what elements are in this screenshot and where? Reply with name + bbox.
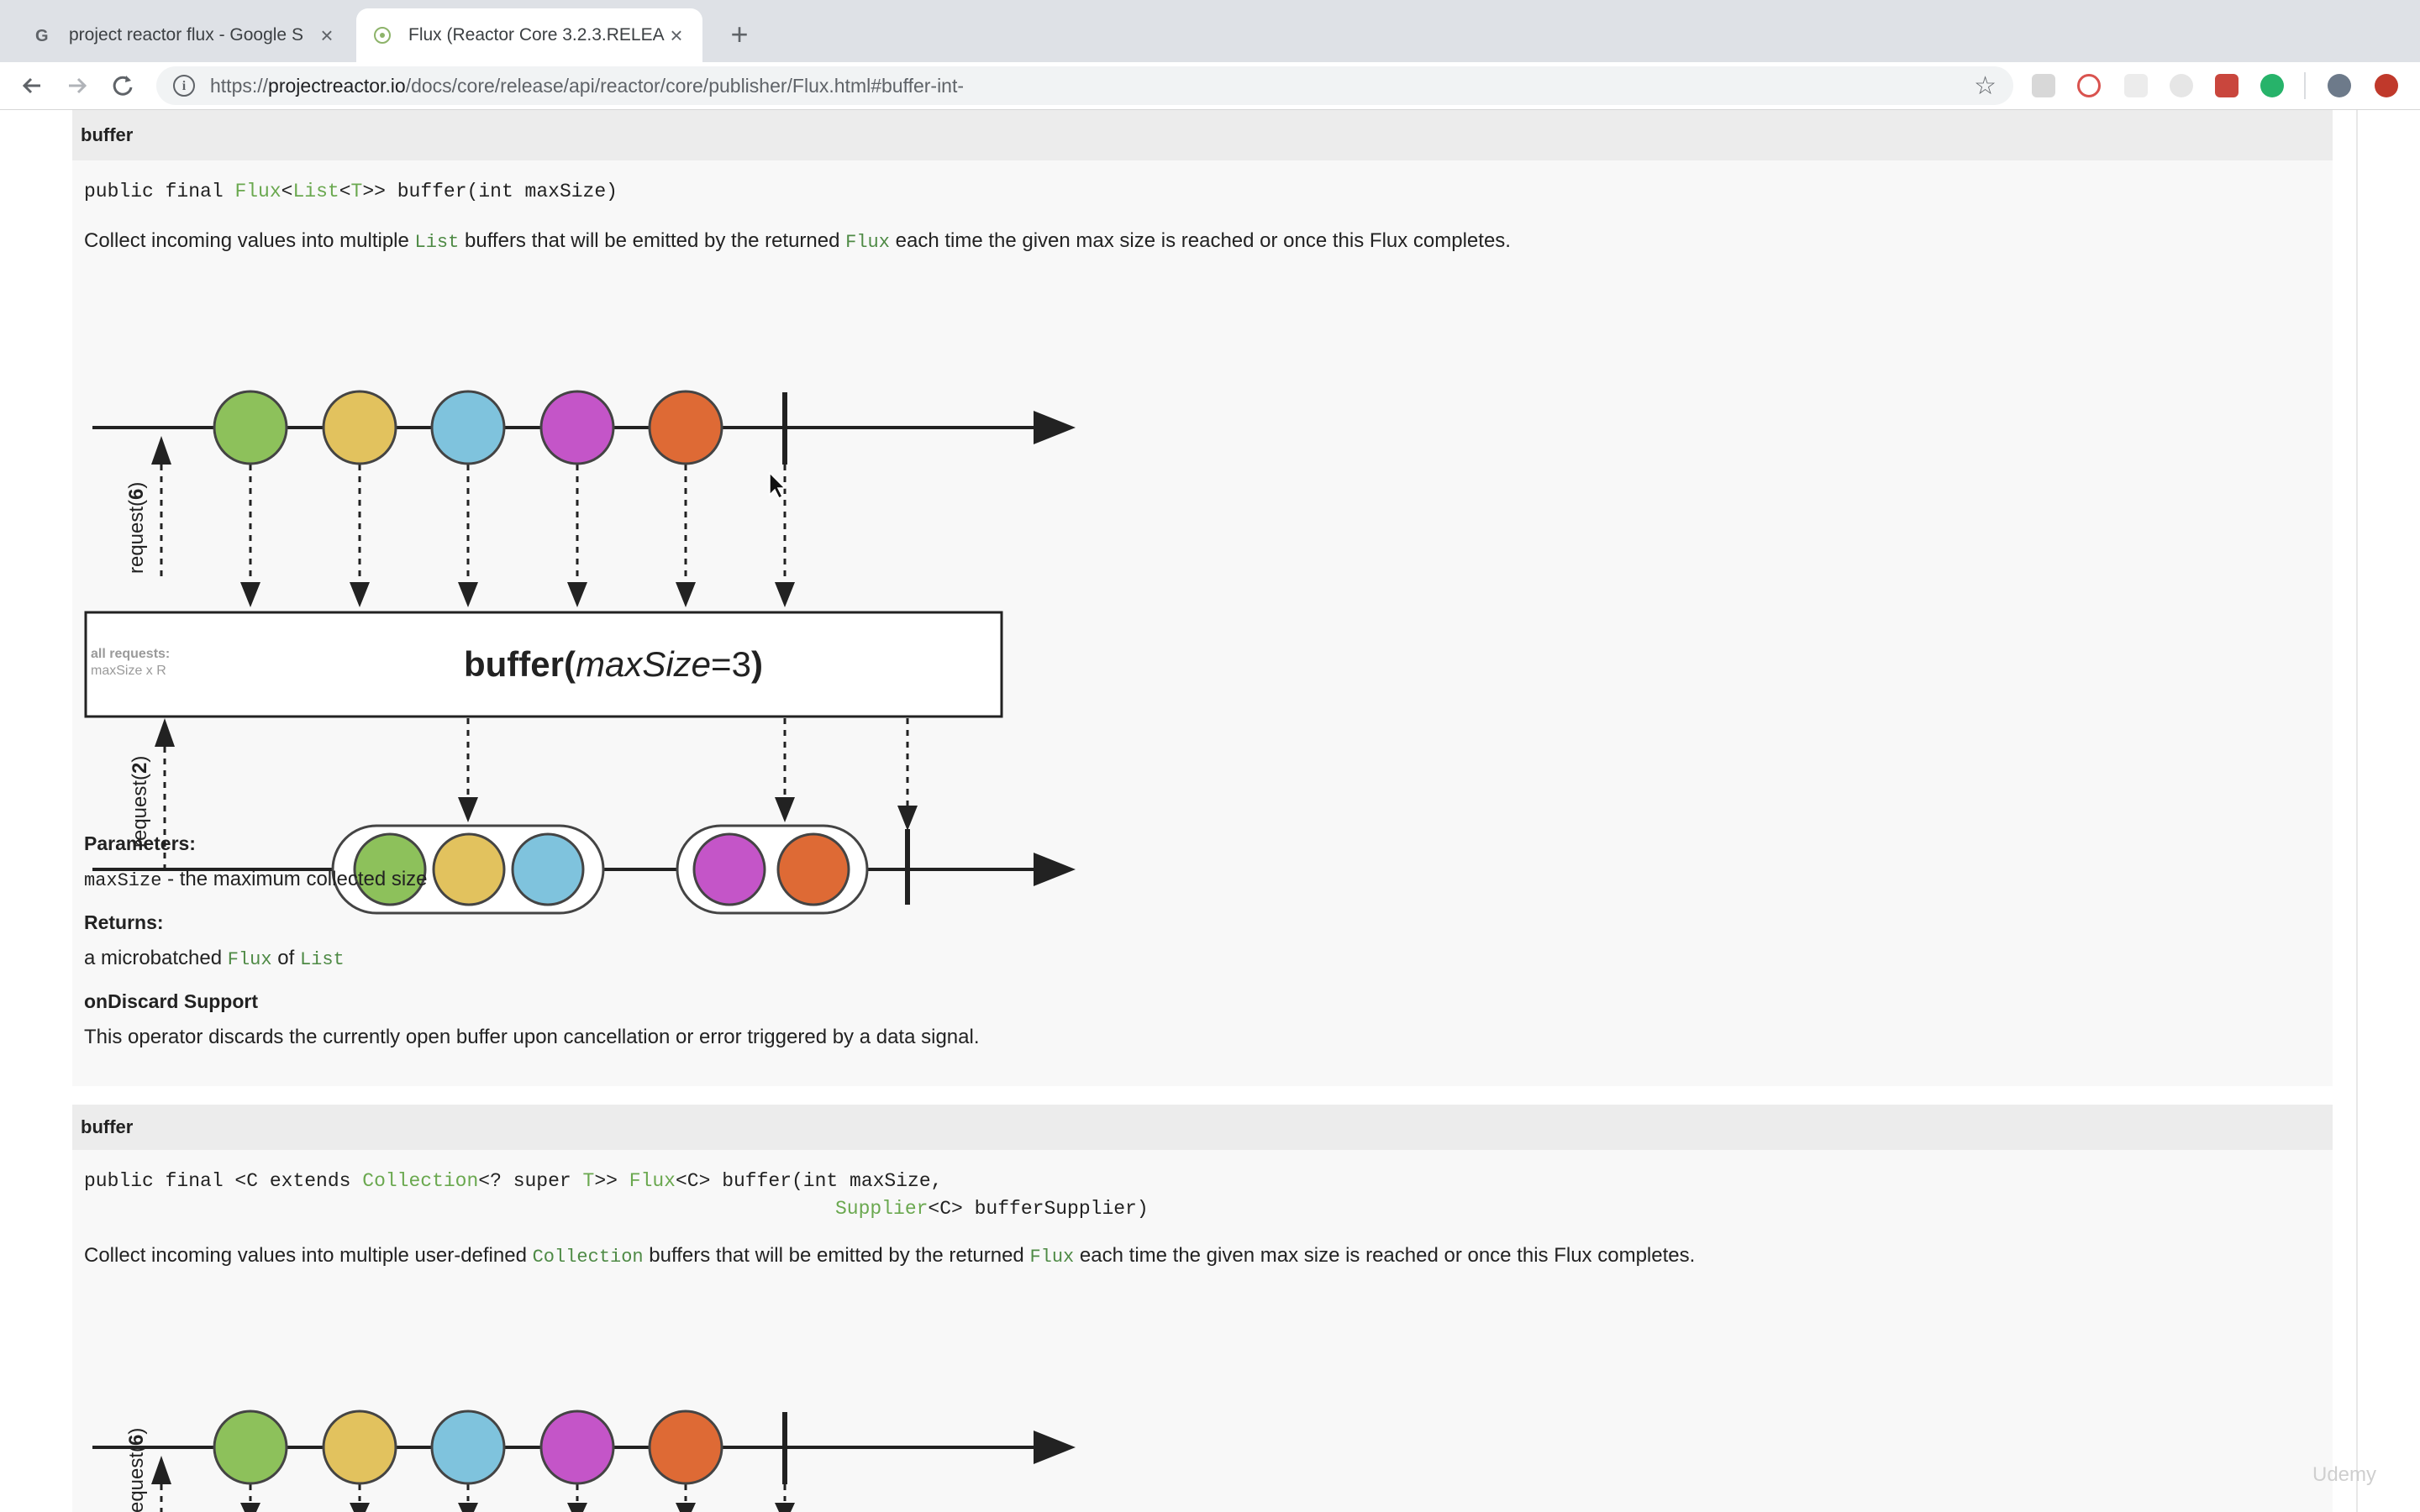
google-icon: G bbox=[32, 24, 54, 46]
method-signature: public final Flux<List<T>> buffer(int ma… bbox=[84, 181, 618, 202]
buffered-marble-purple bbox=[692, 832, 766, 906]
profile-avatar[interactable] bbox=[2328, 74, 2351, 97]
type-link-list[interactable]: List bbox=[292, 181, 339, 202]
method-detail-buffer-int: buffer public final Flux<List<T>> buffer… bbox=[72, 110, 2333, 1086]
buffered-marble-yellow bbox=[432, 832, 506, 906]
reactor-icon bbox=[371, 24, 393, 46]
close-tab-icon[interactable]: × bbox=[666, 23, 687, 49]
marble-purple bbox=[539, 1410, 615, 1485]
toolbar-divider bbox=[2304, 72, 2306, 99]
buffered-marble-orange bbox=[776, 832, 850, 906]
type-link-collection[interactable]: Collection bbox=[362, 1170, 478, 1192]
returns-text: a microbatched Flux of List bbox=[84, 947, 345, 970]
marble-blue bbox=[430, 1410, 506, 1485]
extension-opera-icon[interactable] bbox=[2077, 74, 2101, 97]
reload-icon bbox=[113, 76, 133, 96]
new-tab-button[interactable]: + bbox=[719, 15, 760, 55]
method-detail-buffer-int-supplier: buffer public final <C extends Collectio… bbox=[72, 1105, 2333, 1512]
arrow-left-icon bbox=[22, 77, 40, 94]
type-link-t[interactable]: T bbox=[583, 1170, 595, 1192]
bookmark-star-icon[interactable]: ☆ bbox=[1974, 71, 1996, 101]
ondiscard-text: This operator discards the currently ope… bbox=[84, 1026, 980, 1048]
ondiscard-label: onDiscard Support bbox=[84, 990, 259, 1012]
info-icon[interactable]: i bbox=[173, 75, 195, 97]
extension-grammarly-icon[interactable] bbox=[2260, 74, 2284, 97]
marble-green bbox=[213, 390, 288, 465]
udemy-watermark: Udemy bbox=[2312, 1463, 2377, 1486]
url-text[interactable]: https://projectreactor.io/docs/core/rele… bbox=[210, 75, 964, 97]
type-link-flux[interactable]: Flux bbox=[629, 1170, 676, 1192]
emission-drops bbox=[249, 465, 786, 582]
buffered-marble-blue bbox=[511, 832, 585, 906]
parameter-entry: maxSize - the maximum collected size bbox=[84, 868, 428, 891]
browser-tab-strip: G project reactor flux - Google S × Flux… bbox=[0, 0, 2420, 62]
timeline-arrowhead bbox=[1034, 411, 1076, 444]
marble-diagram: request(6) all requests: maxSize x R buf… bbox=[84, 390, 1076, 915]
arrow-right-icon bbox=[69, 77, 87, 94]
returns-code-list[interactable]: List bbox=[300, 949, 345, 970]
method-description: Collect incoming values into multiple Li… bbox=[84, 229, 1511, 253]
forward-button[interactable] bbox=[60, 69, 94, 102]
parameters-label: Parameters: bbox=[84, 832, 196, 854]
request-arrowhead-top bbox=[151, 1456, 171, 1484]
drop-arrowheads bbox=[240, 1503, 795, 1512]
marble-yellow bbox=[322, 1410, 397, 1485]
address-bar[interactable]: i https://projectreactor.io/docs/core/re… bbox=[156, 66, 2013, 105]
param-name: maxSize bbox=[84, 870, 162, 891]
tab-title: project reactor flux - Google S bbox=[69, 25, 303, 45]
marble-blue bbox=[430, 390, 506, 465]
returns-label: Returns: bbox=[84, 911, 164, 933]
extension-circle-icon[interactable] bbox=[2170, 74, 2193, 97]
drop-arrowheads bbox=[240, 582, 795, 607]
extension-todoist-icon[interactable] bbox=[2215, 74, 2238, 97]
box-note-line1: all requests: bbox=[91, 647, 170, 661]
request-arrowhead-top bbox=[151, 436, 171, 465]
update-menu-icon[interactable] bbox=[2375, 74, 2398, 97]
output-drops bbox=[466, 718, 909, 806]
reload-button[interactable] bbox=[106, 69, 139, 102]
marble-orange bbox=[648, 1410, 723, 1485]
operator-label: buffer(maxSize=3) bbox=[464, 644, 763, 684]
marble-green bbox=[213, 1410, 288, 1485]
method-description: Collect incoming values into multiple us… bbox=[84, 1244, 1696, 1268]
back-button[interactable] bbox=[15, 69, 49, 102]
page-content: buffer public final Flux<List<T>> buffer… bbox=[0, 110, 2420, 1512]
method-heading: buffer bbox=[72, 110, 2333, 160]
tab-google-search[interactable]: G project reactor flux - Google S × bbox=[17, 8, 353, 62]
right-border bbox=[2356, 110, 2358, 1512]
marble-purple bbox=[539, 390, 615, 465]
type-link-flux[interactable]: Flux bbox=[234, 181, 281, 202]
timeline-arrowhead bbox=[1034, 1431, 1076, 1464]
mouse-cursor-icon bbox=[769, 471, 786, 500]
emission-drops bbox=[249, 1484, 786, 1501]
marble-diagram-2: request(6) bbox=[92, 1410, 1076, 1512]
extension-k-icon[interactable] bbox=[2032, 74, 2055, 97]
request-label-top: request(6) bbox=[125, 482, 148, 574]
browser-toolbar: i https://projectreactor.io/docs/core/re… bbox=[0, 62, 2420, 110]
method-signature-line1: public final <C extends Collection<? sup… bbox=[84, 1170, 943, 1192]
returns-code-flux[interactable]: Flux bbox=[228, 949, 272, 970]
method-signature-line2: Supplier<C> bufferSupplier) bbox=[835, 1198, 1149, 1220]
output-timeline-arrowhead bbox=[1034, 853, 1076, 886]
code-flux[interactable]: Flux bbox=[1029, 1247, 1074, 1268]
request-arrowhead-bottom bbox=[155, 718, 175, 747]
code-collection[interactable]: Collection bbox=[533, 1247, 644, 1268]
box-note-line2: maxSize x R bbox=[91, 664, 166, 678]
code-list[interactable]: List bbox=[415, 232, 460, 253]
type-link-supplier[interactable]: Supplier bbox=[835, 1198, 928, 1220]
close-tab-icon[interactable]: × bbox=[316, 23, 338, 49]
request-label-top: request(6) bbox=[125, 1428, 148, 1512]
marble-yellow bbox=[322, 390, 397, 465]
tab-flux-docs[interactable]: Flux (Reactor Core 3.2.3.RELEA × bbox=[356, 8, 702, 62]
method-heading: buffer bbox=[72, 1105, 2333, 1150]
svg-text:G: G bbox=[35, 27, 49, 45]
tab-title: Flux (Reactor Core 3.2.3.RELEA bbox=[408, 25, 665, 45]
marble-orange bbox=[648, 390, 723, 465]
type-link-t[interactable]: T bbox=[351, 181, 363, 202]
code-flux[interactable]: Flux bbox=[845, 232, 890, 253]
extension-blank-icon[interactable] bbox=[2124, 74, 2148, 97]
